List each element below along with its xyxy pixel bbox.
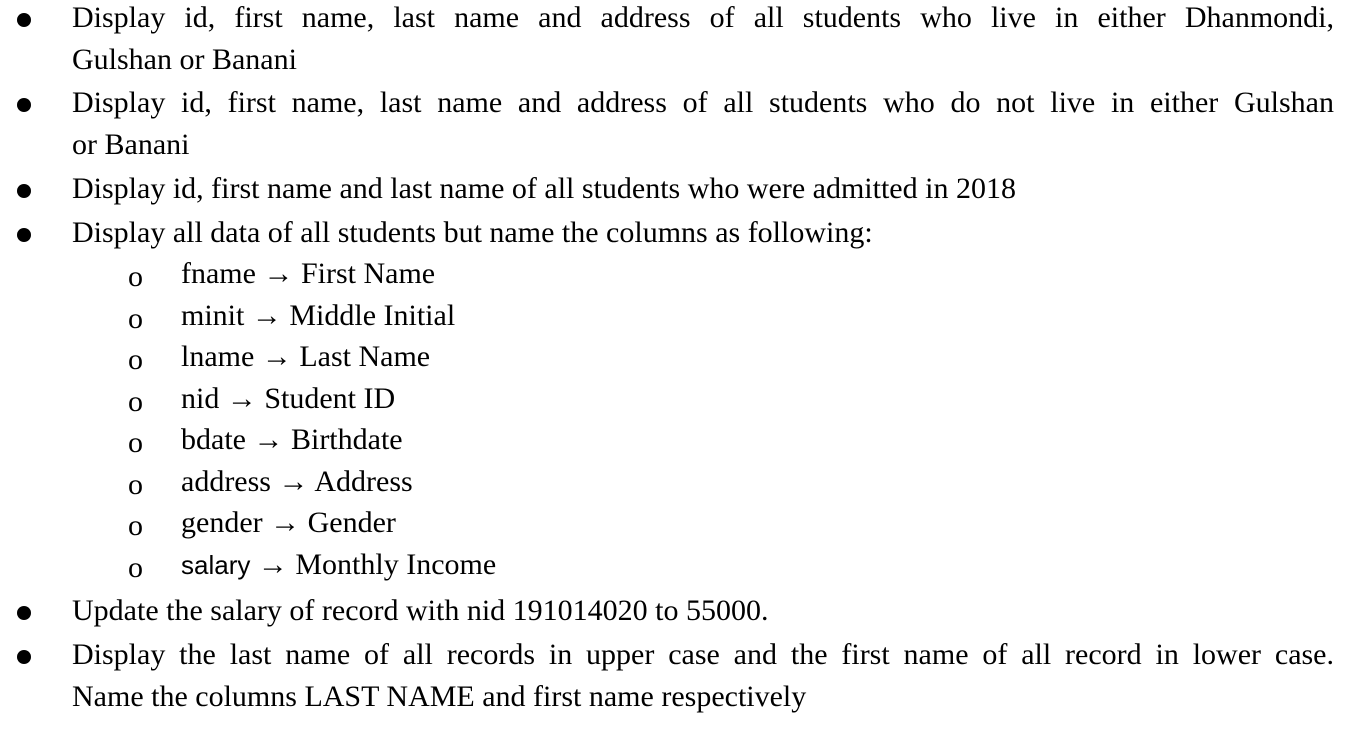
sub-item: bdate → Birthdate [181,423,403,457]
bullet-dot [17,13,31,27]
arrow-icon: → [261,340,292,373]
sub-item-marker: o [128,509,143,542]
sub-item-target: Last Name [299,340,431,373]
bullet-2-line-2: or Banani [72,128,190,161]
sub-item: fname → First Name [181,257,435,291]
arrow-icon: → [251,299,282,332]
sub-item: minit → Middle Initial [181,299,455,333]
bullet-6-line-2: Name the columns LAST NAME and first nam… [72,680,807,713]
sub-item-target: First Name [300,257,436,290]
sub-item-marker: o [128,551,143,584]
arrow-icon: → [263,257,294,290]
bullet-dot [17,184,31,198]
bullet-5-line-1: Update the salary of record with nid 191… [72,594,769,627]
sub-item-marker: o [128,468,143,501]
bullet-dot [17,98,31,112]
sub-item-marker: o [128,260,143,293]
bullet-3-line-1: Display id, first name and last name of … [72,172,1016,205]
sub-item-target: Middle Initial [289,299,456,332]
arrow-icon: → [253,423,284,456]
arrow-icon: → [270,506,301,539]
sub-item-source: nid [181,382,220,415]
sub-item-source: gender [181,506,263,539]
sub-item: nid → Student ID [181,382,395,416]
bullet-4-line-1: Display all data of all students but nam… [72,216,873,249]
arrow-icon: → [278,465,309,498]
sub-item-target: Birthdate [290,423,403,456]
sub-item-target: Student ID [264,382,396,415]
sub-item-marker: o [128,343,143,376]
sub-item-source: bdate [181,423,246,456]
sub-item-target: Monthly Income [295,548,497,581]
sub-item-marker: o [128,385,143,418]
bullet-2-line-1: Display id, first name, last name and ad… [72,86,1334,119]
bullet-1-line-2: Gulshan or Banani [72,43,297,76]
bullet-dot [17,228,31,242]
sub-item-source: minit [181,299,245,332]
sub-item: address → Address [181,465,413,499]
bullet-1-line-1: Display id, first name, last name and ad… [72,1,1334,34]
bullet-dot [17,606,31,620]
sub-item-target: Gender [307,506,396,539]
sub-item: gender → Gender [181,506,396,540]
sub-item: salary → Monthly Income [181,548,496,582]
arrow-icon: → [226,382,257,415]
sub-item-target: Address [314,465,413,498]
bullet-dot [17,650,31,664]
sub-item-marker: o [128,426,143,459]
sub-item-source: lname [181,340,255,373]
sub-item: lname → Last Name [181,340,430,374]
sub-item-marker: o [128,302,143,335]
bullet-6-line-1: Display the last name of all records in … [72,638,1334,671]
sub-item-source: salary [181,550,251,580]
document-page: Display id, first name, last name and ad… [0,0,1355,733]
sub-item-source: fname [181,257,256,290]
sub-item-source: address [181,465,271,498]
arrow-icon: → [257,548,288,581]
